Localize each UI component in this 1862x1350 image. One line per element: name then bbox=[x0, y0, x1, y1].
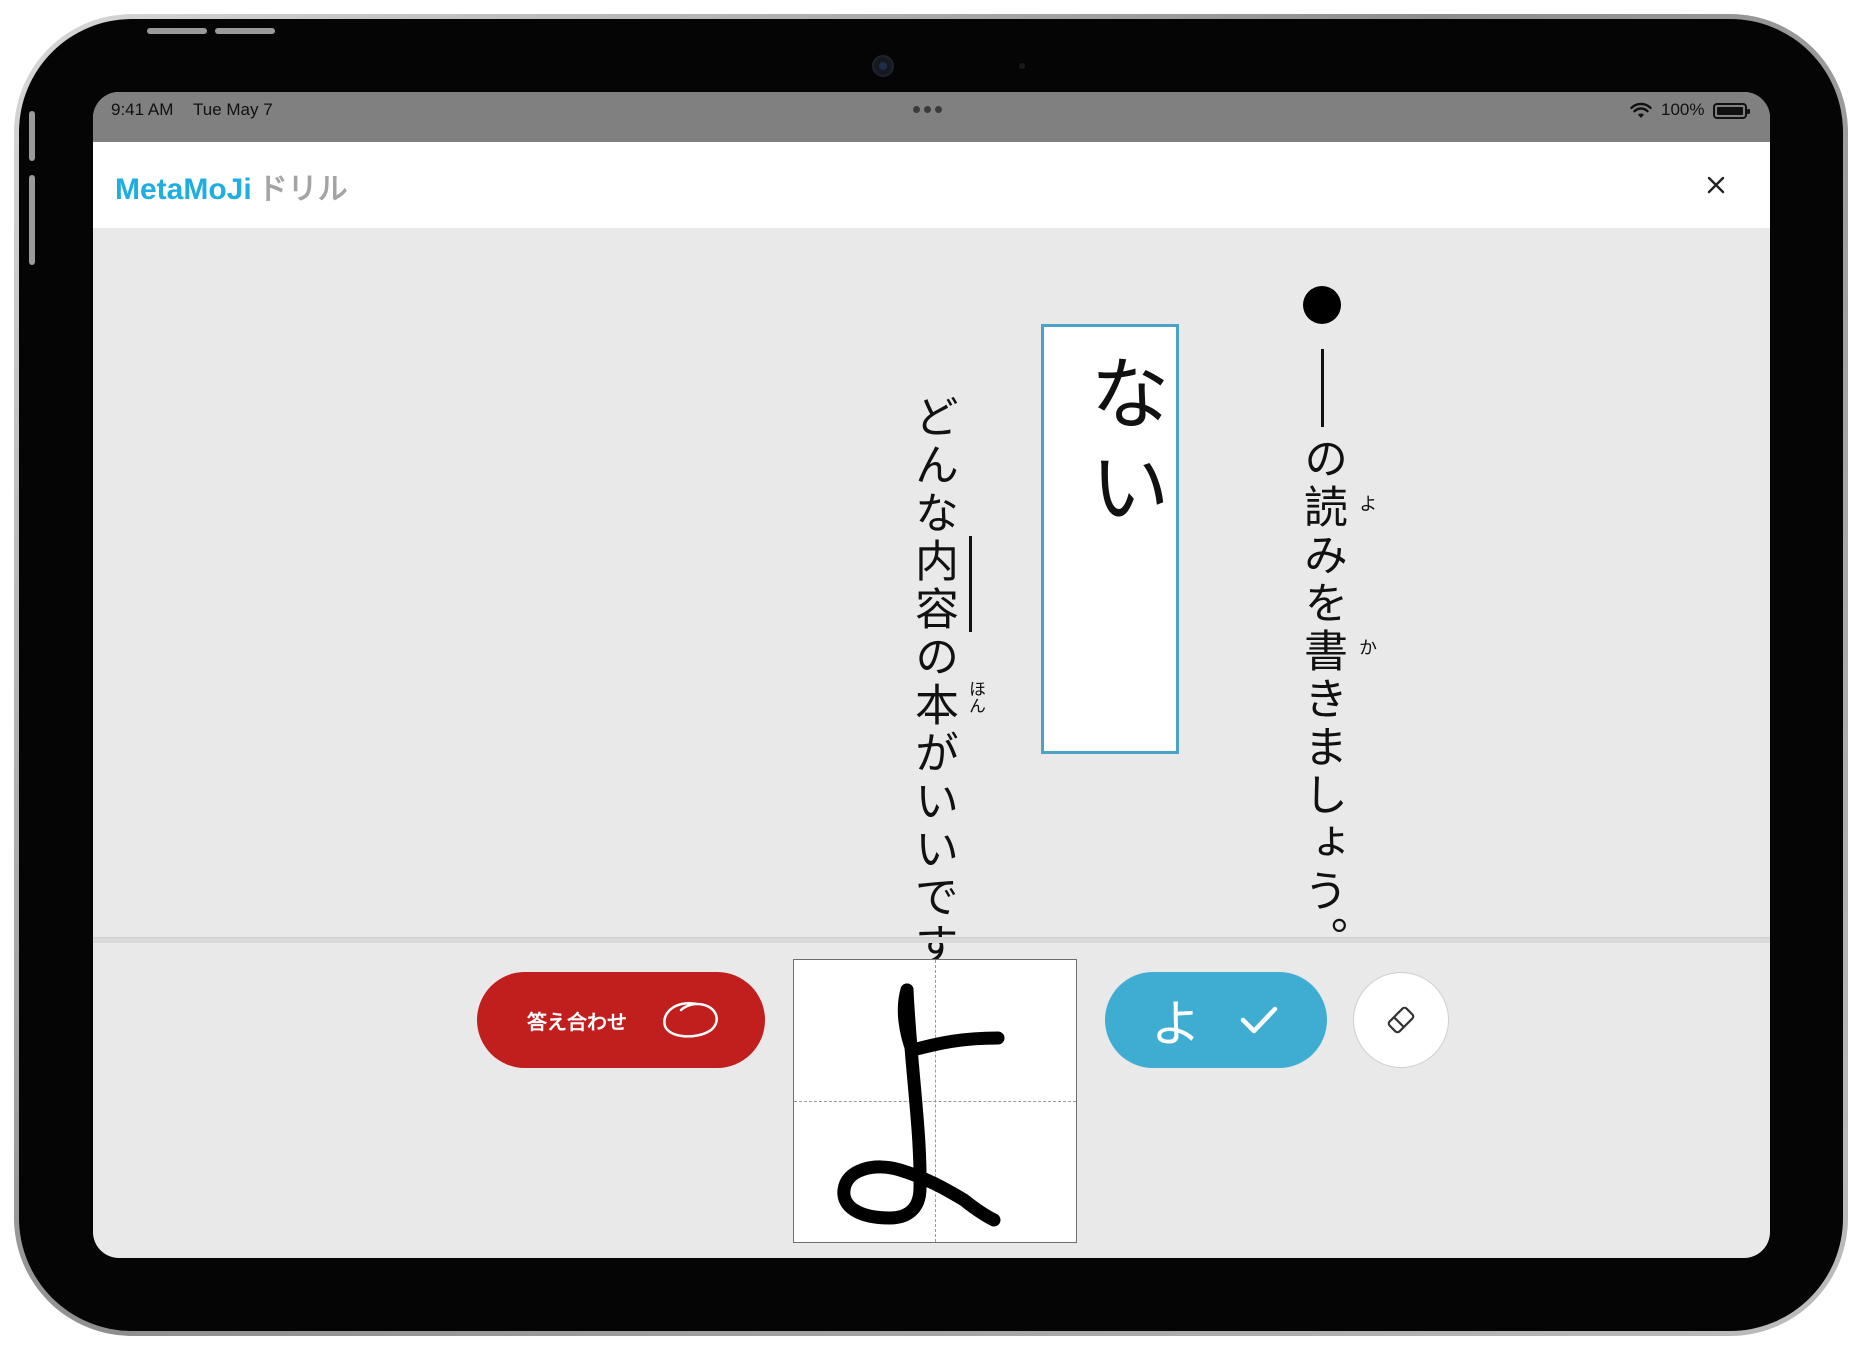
sensor bbox=[1019, 63, 1025, 69]
close-button[interactable] bbox=[1699, 168, 1733, 202]
question-bullet bbox=[1303, 286, 1341, 324]
checkmark-icon bbox=[1240, 1006, 1278, 1034]
app-screen: 9:41 AM Tue May 7 100% MetaMoJi ドリル の読みを書… bbox=[93, 92, 1770, 1258]
ruby-yo: よ bbox=[1356, 494, 1377, 512]
content-divider bbox=[93, 937, 1770, 943]
status-date: Tue May 7 bbox=[193, 100, 273, 119]
question-sentence: どんな内容の本がいいです bbox=[907, 394, 958, 970]
front-camera bbox=[872, 55, 894, 77]
recognized-character-button[interactable]: よ bbox=[1105, 972, 1327, 1068]
blank-line-marker bbox=[1321, 349, 1324, 427]
battery-icon bbox=[1713, 103, 1750, 119]
instruction-text: の読みを書きましょう。 bbox=[1296, 436, 1347, 964]
answer-box-text: ない bbox=[1077, 352, 1170, 540]
multitasking-dots-icon[interactable] bbox=[913, 106, 942, 113]
app-logo: MetaMoJi ドリル bbox=[115, 164, 348, 208]
check-answer-button[interactable]: 答え合わせ bbox=[477, 972, 765, 1068]
close-icon bbox=[1707, 176, 1725, 194]
brand-subtitle: ドリル bbox=[257, 173, 348, 206]
top-button bbox=[215, 28, 275, 34]
check-answer-label: 答え合わせ bbox=[527, 1009, 627, 1034]
eraser-button[interactable] bbox=[1353, 972, 1449, 1068]
target-word-underline bbox=[969, 536, 972, 632]
ruby-ka: か bbox=[1356, 638, 1377, 656]
side-button bbox=[29, 111, 35, 161]
status-bar: 9:41 AM Tue May 7 100% bbox=[93, 92, 1770, 142]
handwritten-stroke bbox=[837, 983, 1005, 1227]
top-button bbox=[147, 28, 207, 34]
recognized-character: よ bbox=[1151, 995, 1201, 1053]
status-time: 9:41 AM bbox=[111, 100, 174, 119]
eraser-icon bbox=[1387, 1006, 1415, 1034]
wifi-icon bbox=[1630, 102, 1652, 118]
side-button bbox=[29, 175, 35, 265]
app-header: MetaMoJi ドリル bbox=[93, 142, 1770, 228]
battery-percent: 100% bbox=[1661, 100, 1705, 119]
brand-name: MetaMoJi bbox=[115, 173, 252, 206]
ruby-hon: ほん bbox=[965, 680, 985, 714]
handwriting-pad[interactable] bbox=[793, 959, 1077, 1243]
circle-mark-icon bbox=[663, 1001, 718, 1038]
